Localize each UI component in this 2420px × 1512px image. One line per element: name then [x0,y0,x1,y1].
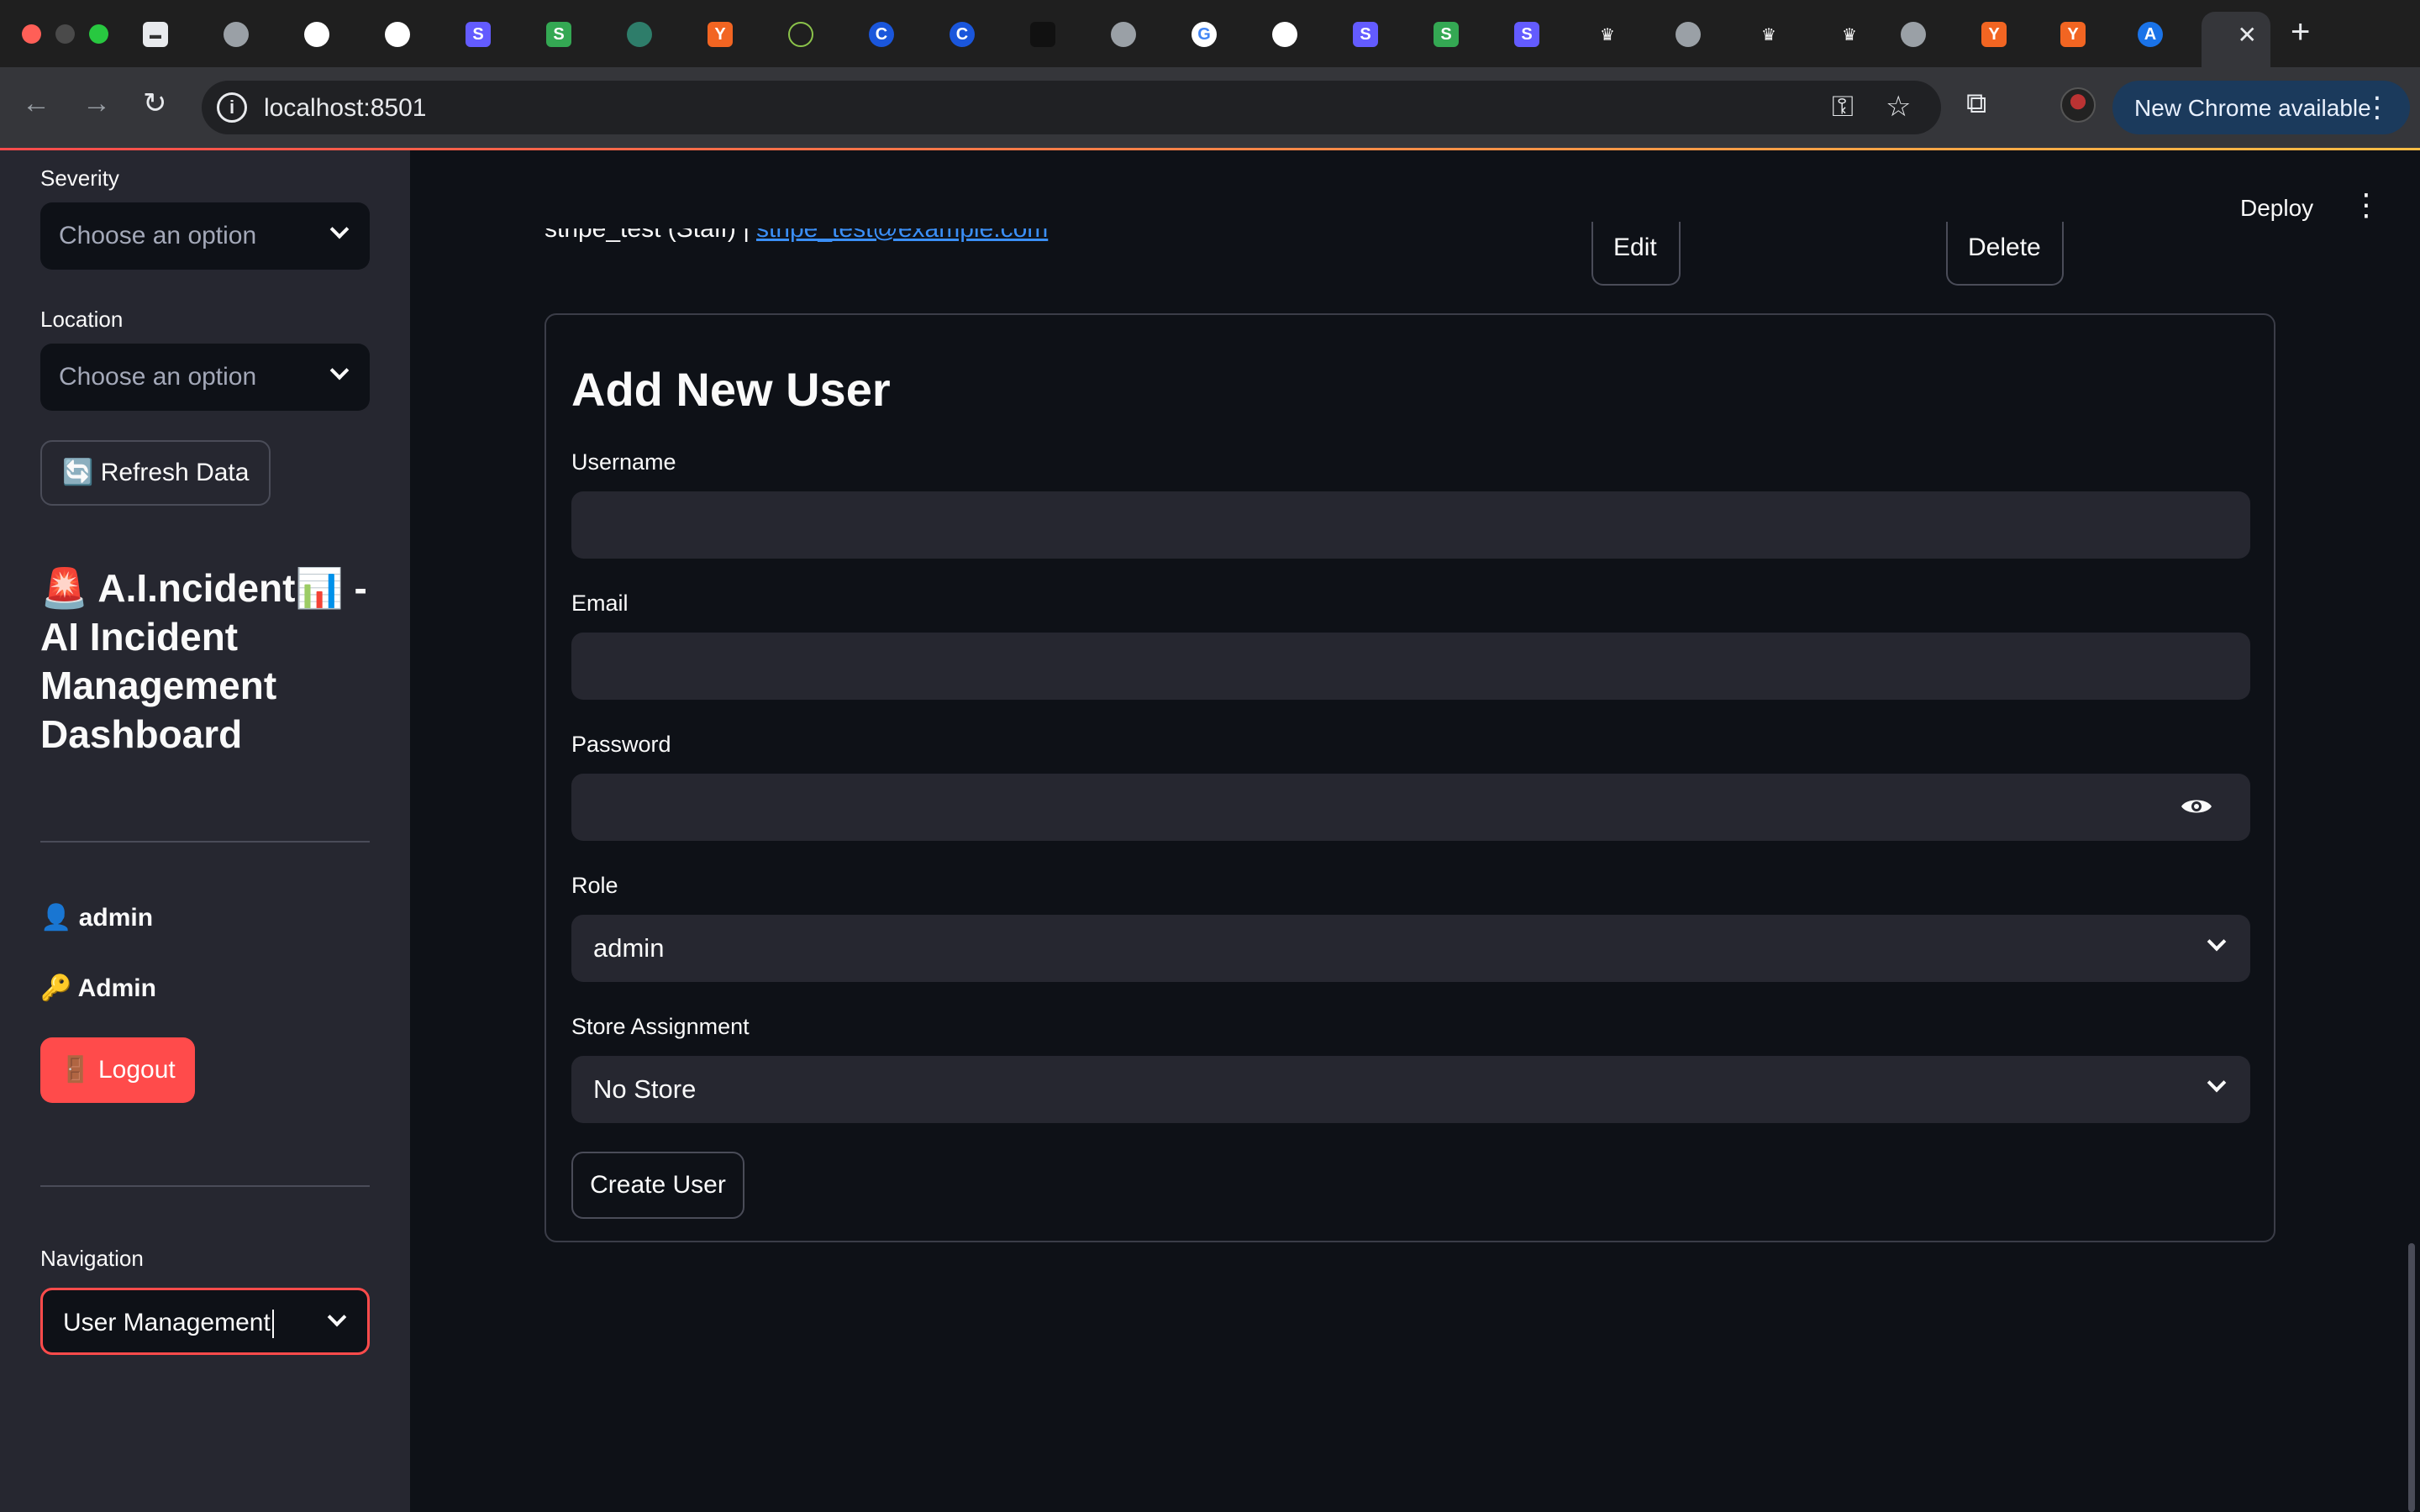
chrome-menu-icon[interactable]: ⋮ [2363,91,2391,124]
severity-label: Severity [40,165,119,191]
tab-globe-icon-3[interactable] [1676,22,1701,47]
user-row-partial: stripe_test (Staff) | stripe_test@exampl… [544,228,1049,254]
store-value: No Store [593,1074,697,1104]
role-select[interactable]: admin [571,915,2250,982]
active-tab[interactable]: ✕ [2202,12,2270,67]
delete-label: Delete [1968,234,2041,261]
chevron-down-icon [327,1307,347,1327]
tab-crown-icon-3[interactable]: ♛ [1837,22,1862,47]
main-scrollbar[interactable] [2408,1243,2415,1512]
current-user-name: 👤 admin [40,904,154,932]
tab-globe-icon-2[interactable] [1111,22,1136,47]
chevron-down-icon [2207,1073,2227,1093]
add-user-form: Add New User Username Email Password Rol… [544,313,2275,1242]
tab-sheets-icon[interactable]: S [546,22,571,47]
maximize-window-button[interactable] [89,24,108,44]
severity-placeholder: Choose an option [59,222,257,249]
tab-stripe-icon[interactable]: S [466,22,491,47]
location-select[interactable]: Choose an option [40,344,370,411]
edit-user-button[interactable]: Edit [1591,222,1681,286]
sidebar-divider-2 [40,1185,370,1187]
deploy-button[interactable]: Deploy [2240,195,2313,222]
minimize-window-button[interactable] [55,24,75,44]
sidebar: Severity Choose an option Location Choos… [0,150,410,1512]
tab-google-icon[interactable]: G [1192,22,1217,47]
password-key-icon[interactable]: ⚿ [1832,92,1854,121]
role-label: Role [571,873,618,898]
text-cursor [271,1310,274,1339]
reload-icon[interactable]: ↻ [143,89,167,118]
role-value: admin [593,933,665,963]
tab-ycombinator-icon-2[interactable]: Y [1981,22,2007,47]
tab-appstore-icon[interactable]: A [2138,22,2163,47]
address-bar[interactable]: i localhost:8501 ⚿ ☆ [202,81,1941,134]
user-row-email-link[interactable]: stripe_test@example.com [756,228,1048,244]
tab-github-icon-2[interactable] [1272,22,1297,47]
delete-user-button[interactable]: Delete [1946,222,2064,286]
tab-ycombinator-icon-3[interactable]: Y [2060,22,2086,47]
show-password-eye-icon[interactable] [2180,795,2213,817]
severity-select[interactable]: Choose an option [40,202,370,270]
current-user-role: 🔑 Admin [40,974,156,1002]
tab-openai-icon[interactable] [385,22,410,47]
profile-avatar[interactable] [2060,87,2096,123]
tab-ycombinator-icon[interactable]: Y [708,22,733,47]
edit-label: Edit [1613,234,1657,261]
tab-c-icon-2[interactable]: C [950,22,975,47]
update-label: New Chrome available [2134,95,2371,121]
tab-c-icon[interactable]: C [869,22,894,47]
user-row-name: stripe_test (Staff) | [544,228,750,243]
close-tab-icon[interactable]: ✕ [2238,24,2257,47]
form-title: Add New User [571,363,891,416]
username-label: Username [571,449,676,475]
navigation-value: User Management [63,1309,274,1339]
store-assignment-select[interactable]: No Store [571,1056,2250,1123]
tab-crown-icon[interactable]: ♛ [1595,22,1620,47]
username-input[interactable] [571,491,2250,559]
bookmark-star-icon[interactable]: ☆ [1886,92,1911,121]
tab-globe-icon-4[interactable] [1901,22,1926,47]
new-tab-button[interactable]: + [2291,15,2310,49]
chevron-down-icon [2207,932,2227,952]
tab-crown-icon-2[interactable]: ♛ [1756,22,1781,47]
tab-box-icon[interactable] [1030,22,1055,47]
url-text[interactable]: localhost:8501 [264,94,426,123]
close-window-button[interactable] [22,24,41,44]
tab-search-icon[interactable]: ⧉ [1966,89,1986,118]
password-label: Password [571,732,671,757]
tab-feather-icon[interactable] [627,22,652,47]
location-placeholder: Choose an option [59,363,257,391]
sidebar-divider [40,841,370,843]
back-icon[interactable]: ← [22,89,50,118]
tab-globe-icon[interactable] [224,22,249,47]
tab-github-icon[interactable] [304,22,329,47]
email-label: Email [571,591,629,616]
tab-sheets-icon-2[interactable]: S [1434,22,1459,47]
password-input[interactable] [571,774,2250,841]
tab-leaf-icon[interactable] [788,22,813,47]
chevron-down-icon [329,360,350,381]
new-chrome-available-button[interactable]: New Chrome available ⋮ [2112,81,2410,134]
main-menu-icon[interactable]: ⋮ [2351,190,2381,220]
create-user-button[interactable]: Create User [571,1152,744,1219]
browser-tab-strip: ▬ S S Y C C G S S S ♛ ♛ ♛ Y Y A ✕ + [0,0,2420,67]
navigation-label: Navigation [40,1246,144,1271]
app-title: 🚨 A.I.ncident📊 - AI Incident Management … [40,566,367,756]
navigation-value-text: User Management [63,1309,271,1336]
site-info-icon[interactable]: i [217,92,247,123]
tab-card-icon[interactable]: ▬ [143,22,168,47]
forward-icon[interactable]: → [82,89,111,118]
tab-stripe-icon-3[interactable]: S [1514,22,1539,47]
store-assignment-label: Store Assignment [571,1014,750,1039]
browser-toolbar: ← → ↻ i localhost:8501 ⚿ ☆ [0,67,2420,149]
navigation-select[interactable]: User Management [40,1288,370,1355]
logout-button[interactable]: 🚪 Logout [40,1037,195,1103]
email-input[interactable] [571,633,2250,700]
chevron-down-icon [329,219,350,239]
location-label: Location [40,307,124,332]
refresh-data-button[interactable]: 🔄 Refresh Data [40,440,271,506]
tab-stripe-icon-2[interactable]: S [1353,22,1378,47]
